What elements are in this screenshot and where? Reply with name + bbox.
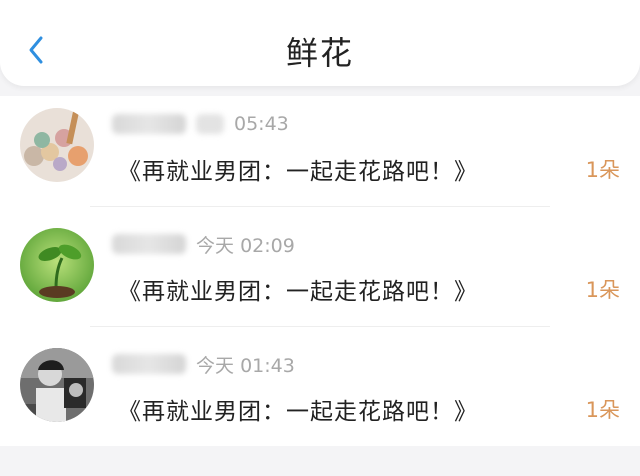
date-prefix: 今天 <box>196 234 235 257</box>
flower-count: 1朵 <box>585 398 620 422</box>
flower-message: 《再就业男团：一起走花路吧！》 <box>118 399 478 425</box>
divider <box>90 206 550 207</box>
time-value: 01:43 <box>240 354 295 377</box>
user-name-blurred <box>112 114 186 134</box>
divider <box>90 326 550 327</box>
user-name-blurred <box>112 354 186 374</box>
flower-count: 1朵 <box>585 158 620 182</box>
flower-count: 1朵 <box>585 278 620 302</box>
date-prefix-blurred <box>196 114 224 134</box>
flower-list: 05:43 《再就业男团：一起走花路吧！》 1朵 今天 02:09 《再就业男团… <box>0 96 640 446</box>
meta-line: 今天 01:43 <box>112 350 295 378</box>
meta-line: 05:43 <box>112 110 289 138</box>
timestamp: 今天 02:09 <box>196 231 295 258</box>
page-title: 鲜花 <box>285 34 354 72</box>
flower-message: 《再就业男团：一起走花路吧！》 <box>118 159 478 185</box>
meta-line: 今天 02:09 <box>112 230 295 258</box>
flower-message: 《再就业男团：一起走花路吧！》 <box>118 279 478 305</box>
list-item[interactable]: 今天 01:43 《再就业男团：一起走花路吧！》 1朵 <box>0 336 640 456</box>
time-value: 02:09 <box>240 234 295 257</box>
avatar[interactable] <box>20 108 94 182</box>
user-name-blurred <box>112 234 186 254</box>
timestamp: 05:43 <box>234 113 289 135</box>
top-bar: 鲜花 <box>0 0 640 86</box>
date-prefix: 今天 <box>196 354 235 377</box>
avatar[interactable] <box>20 228 94 302</box>
list-item[interactable]: 05:43 《再就业男团：一起走花路吧！》 1朵 <box>0 96 640 216</box>
timestamp: 今天 01:43 <box>196 351 295 378</box>
list-item[interactable]: 今天 02:09 《再就业男团：一起走花路吧！》 1朵 <box>0 216 640 336</box>
avatar[interactable] <box>20 348 94 422</box>
